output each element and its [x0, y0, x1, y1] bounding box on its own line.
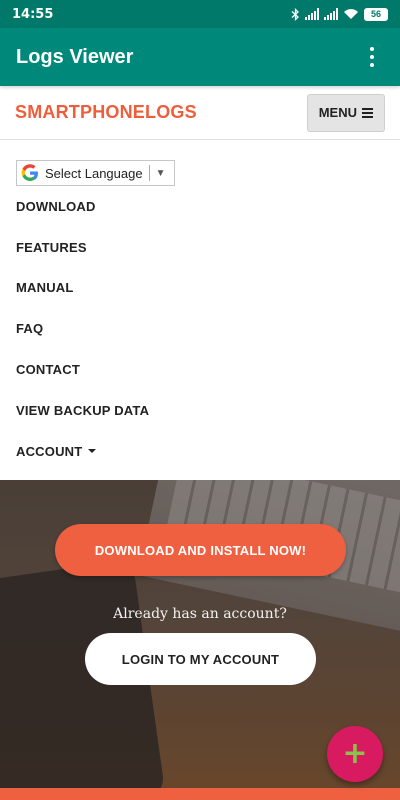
- bottom-strip: [0, 788, 400, 800]
- bluetooth-icon: [291, 7, 299, 21]
- status-bar: 14:55 56: [0, 0, 400, 28]
- dropdown-arrow-icon: ▼: [155, 167, 166, 179]
- more-vert-icon[interactable]: [360, 42, 384, 72]
- nav-menu: DOWNLOAD FEATURES MANUAL FAQ CONTACT VIE…: [16, 186, 386, 472]
- signal-icon: [324, 8, 338, 20]
- language-select[interactable]: Select Language ▼: [16, 160, 175, 186]
- account-prompt: Already has an account?: [113, 606, 287, 622]
- nav-item-features[interactable]: FEATURES: [16, 227, 386, 268]
- language-label: Select Language: [45, 165, 143, 181]
- plus-icon: +: [342, 736, 368, 771]
- google-icon: [21, 164, 38, 181]
- status-time: 14:55: [12, 6, 54, 22]
- menu-label: MENU: [318, 105, 357, 120]
- site-header: SMARTPHONELOGS MENU: [0, 86, 400, 140]
- signal-icon: [305, 8, 319, 20]
- app-title: Logs Viewer: [16, 45, 134, 68]
- nav-item-contact[interactable]: CONTACT: [16, 349, 386, 390]
- nav-item-manual[interactable]: MANUAL: [16, 268, 386, 309]
- login-account-button[interactable]: LOGIN TO MY ACCOUNT: [85, 633, 316, 685]
- divider: [148, 165, 150, 181]
- nav-item-account[interactable]: ACCOUNT: [16, 431, 386, 472]
- caret-down-icon: [88, 449, 97, 454]
- nav-item-download[interactable]: DOWNLOAD: [16, 186, 386, 227]
- download-install-button[interactable]: DOWNLOAD AND INSTALL NOW!: [55, 524, 346, 576]
- wifi-icon: [344, 9, 358, 19]
- battery-icon: 56: [364, 7, 388, 21]
- nav-item-view-backup-data[interactable]: VIEW BACKUP DATA: [16, 390, 386, 431]
- nav-item-faq[interactable]: FAQ: [16, 308, 386, 349]
- app-bar: Logs Viewer: [0, 28, 400, 86]
- status-icons: 56: [291, 7, 388, 21]
- menu-button[interactable]: MENU: [306, 93, 385, 132]
- add-fab-button[interactable]: +: [327, 726, 383, 782]
- hamburger-icon: [362, 107, 373, 118]
- brand-logo[interactable]: SMARTPHONELOGS: [15, 102, 197, 123]
